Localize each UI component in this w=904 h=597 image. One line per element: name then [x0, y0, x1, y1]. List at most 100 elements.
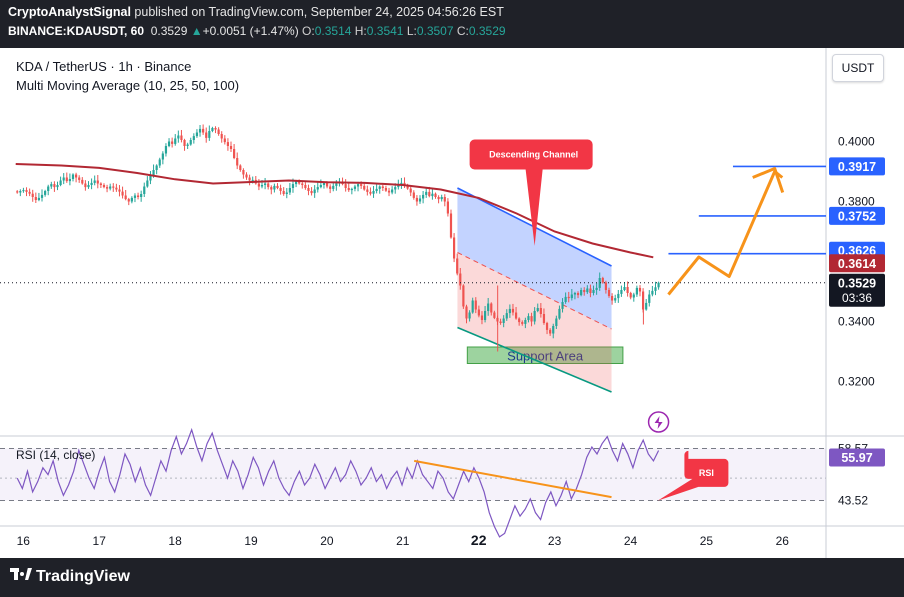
author-name[interactable]: CryptoAnalystSignal: [8, 5, 131, 19]
candle-body: [493, 312, 496, 318]
candle-body: [589, 288, 592, 293]
candle-body: [431, 193, 434, 197]
candle-body: [93, 180, 96, 183]
candle-body: [620, 290, 623, 294]
candle-body: [260, 185, 264, 187]
candle-body: [657, 282, 660, 288]
candle-body: [465, 306, 468, 319]
tradingview-logo[interactable]: TradingView: [10, 568, 130, 586]
candle-body: [291, 184, 295, 188]
candle-body: [214, 128, 217, 130]
candle-body: [533, 311, 536, 322]
candle-body: [84, 183, 87, 188]
candle-body: [412, 192, 415, 198]
candle-body: [604, 282, 608, 290]
candle-body: [211, 128, 214, 131]
candle-body: [347, 188, 350, 191]
x-tick-label: 21: [396, 534, 410, 548]
low-value: 0.3507: [416, 24, 454, 38]
rsi-value-label: 55.97: [841, 451, 872, 465]
candle-body: [456, 258, 459, 274]
candle-body: [226, 142, 230, 146]
candle-body: [195, 132, 199, 137]
candle-body: [511, 308, 515, 313]
tradingview-snapshot: CryptoAnalystSignal published on Trading…: [0, 0, 904, 597]
rsi-legend: RSI (14, close): [16, 448, 96, 462]
candle-body: [68, 179, 71, 182]
candle-body: [654, 287, 657, 291]
candle-body: [372, 191, 375, 194]
candle-body: [502, 318, 505, 323]
candle-body: [263, 183, 267, 185]
candle-body: [514, 312, 518, 319]
candle-body: [440, 197, 443, 200]
descending-channel-label: Descending Channel: [489, 150, 578, 160]
x-tick-label: 16: [17, 534, 31, 548]
y-tick-label: 0.3800: [838, 195, 875, 209]
candle-body: [555, 318, 558, 326]
candle-body: [518, 318, 521, 323]
symbol-name: BINANCE:KDAUSDT, 60: [8, 24, 145, 38]
candle-body: [276, 185, 279, 188]
candle-body: [31, 193, 34, 197]
candle-body: [81, 179, 84, 184]
candle-body: [635, 287, 638, 295]
candle-body: [480, 315, 484, 320]
candle-body: [40, 194, 44, 198]
rsi-callout-label: RSI: [699, 468, 714, 478]
high-value: 0.3541: [366, 24, 404, 38]
candle-body: [316, 187, 319, 190]
candle-body: [530, 316, 533, 322]
candle-body: [369, 191, 372, 194]
candle-body: [127, 199, 130, 202]
symbol-header: BINANCE:KDAUSDT, 60 0.3529 ▲+0.0051 (+1.…: [8, 24, 506, 38]
candle-body: [59, 180, 62, 185]
close-label: C:: [456, 24, 469, 38]
chart-area[interactable]: 0.4000 0.3800 0.3400 0.3200 16 17 18 19 20 21 22 23…: [0, 48, 904, 558]
candle-body: [611, 296, 614, 301]
candle-body: [452, 237, 456, 259]
candle-body: [307, 188, 310, 191]
candle-body: [499, 321, 502, 323]
candle-body: [177, 135, 180, 139]
candle-body: [558, 308, 561, 319]
candle-body: [248, 177, 251, 181]
candle-body: [279, 188, 282, 191]
candle-body: [545, 323, 549, 330]
indicator-legend: Multi Moving Average (10, 25, 50, 100): [16, 78, 240, 93]
candle-body: [71, 174, 75, 179]
chart-canvas[interactable]: 0.4000 0.3800 0.3400 0.3200 16 17 18 19 20 21 22 23…: [0, 48, 904, 558]
candle-body: [78, 177, 81, 180]
candle-body: [136, 195, 140, 197]
candle-body: [96, 180, 99, 184]
candle-body: [109, 186, 112, 189]
candle-body: [180, 135, 183, 140]
currency-button[interactable]: USDT: [832, 54, 884, 82]
candle-body: [115, 187, 118, 190]
candle-body: [288, 188, 291, 193]
candle-body: [208, 131, 211, 138]
candle-body: [375, 188, 378, 191]
candle-body: [37, 197, 41, 200]
publish-header: CryptoAnalystSignal published on Trading…: [8, 5, 504, 19]
open-label: O:: [302, 24, 315, 38]
candle-body: [394, 187, 397, 190]
candle-body: [592, 290, 595, 293]
rsi-axis-label: 43.52: [838, 494, 868, 508]
candle-body: [459, 273, 462, 286]
candle-body: [629, 293, 632, 298]
footer: TradingView: [0, 558, 904, 597]
candle-body: [34, 197, 37, 200]
candle-body: [174, 138, 177, 144]
candle-body: [428, 191, 431, 197]
candle-body: [223, 138, 226, 143]
candle-body: [16, 191, 19, 193]
candle-body: [468, 312, 471, 319]
candle-body: [47, 186, 50, 191]
candle-body: [74, 174, 78, 178]
candle-body: [202, 128, 205, 133]
candle-body: [149, 176, 152, 181]
tradingview-brand: TradingView: [36, 568, 130, 585]
candle-body: [189, 140, 192, 145]
candle-body: [521, 322, 524, 324]
